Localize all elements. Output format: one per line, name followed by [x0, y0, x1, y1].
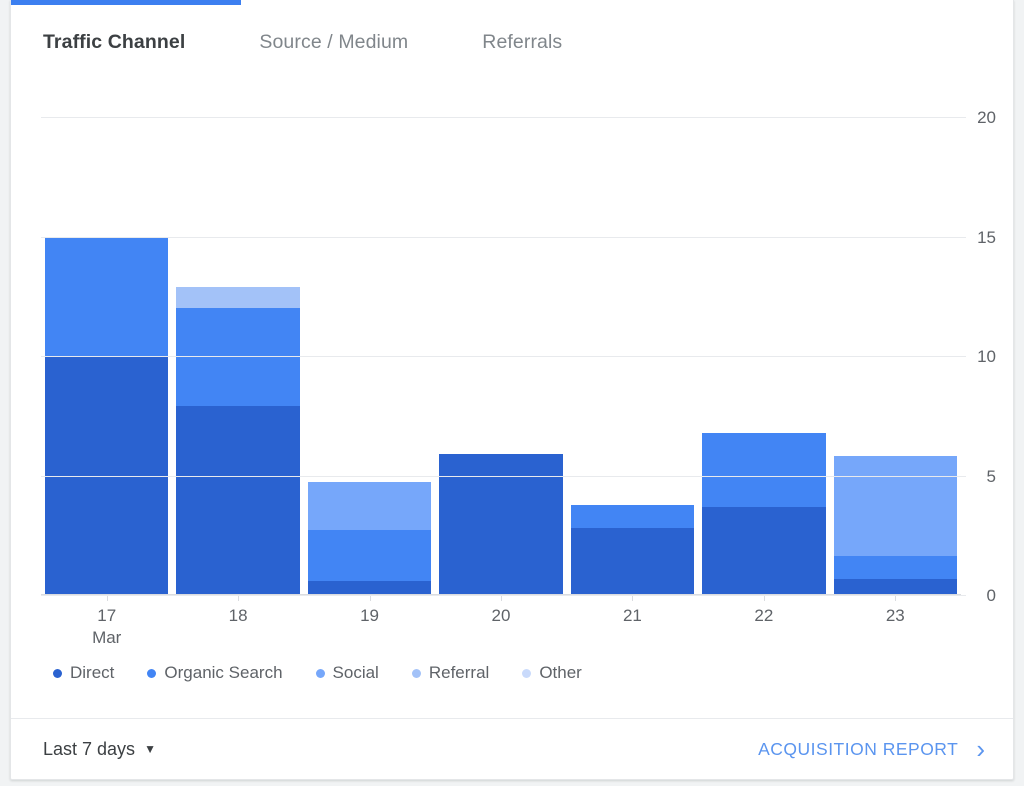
- date-range-picker[interactable]: Last 7 days ▼: [43, 739, 156, 760]
- gridline: [41, 236, 961, 238]
- x-axis-day-label: 23: [885, 606, 905, 625]
- chart-bar-segment[interactable]: [307, 580, 432, 595]
- tab-referrals[interactable]: Referrals: [480, 27, 564, 58]
- legend-item-social[interactable]: Social: [315, 663, 379, 683]
- legend-item-direct[interactable]: Direct: [53, 663, 114, 683]
- chart-bar-segment[interactable]: [702, 432, 826, 507]
- chart-bar-segment[interactable]: [176, 406, 300, 595]
- gridline: [41, 475, 961, 477]
- tab-traffic-channel[interactable]: Traffic Channel: [41, 27, 187, 58]
- y-axis-tick-label: 0: [986, 586, 996, 605]
- x-axis-tick-label: 20: [435, 605, 566, 627]
- chevron-right-icon: ›: [976, 734, 985, 764]
- chart-bar[interactable]: [176, 286, 300, 595]
- legend-swatch-icon: [53, 668, 62, 678]
- tab-source-medium-label: Source / Medium: [259, 30, 409, 53]
- legend-item-referral[interactable]: Referral: [411, 663, 490, 683]
- legend-swatch-icon: [411, 668, 421, 678]
- legend-swatch-icon: [522, 668, 532, 678]
- legend-item-label: Organic Search: [164, 663, 283, 682]
- legend-item-other[interactable]: Other: [522, 663, 582, 683]
- gridline: [41, 595, 961, 596]
- legend-item-label: Social: [332, 663, 379, 682]
- x-axis-tick-label: 19: [304, 605, 435, 627]
- acquisition-report-link[interactable]: Acquisition Report ›: [758, 736, 985, 762]
- legend-swatch-icon: [147, 668, 157, 678]
- legend-item-organic-search[interactable]: Organic Search: [147, 663, 283, 683]
- tab-source-medium[interactable]: Source / Medium: [257, 27, 410, 58]
- chart-bar-segment[interactable]: [176, 308, 300, 407]
- chart-bar-segment[interactable]: [570, 528, 695, 595]
- tab-referrals-label: Referrals: [482, 30, 563, 53]
- active-tab-indicator: [11, 0, 241, 5]
- chart-bar[interactable]: [702, 432, 826, 595]
- x-axis-tick-label: 22: [698, 605, 829, 627]
- chart-bar[interactable]: [570, 505, 695, 595]
- tab-bar: Traffic Channel Source / Medium Referral…: [41, 16, 564, 68]
- chart-legend: Direct Organic Search Social Referral Other: [53, 663, 615, 683]
- chart-bar-segment[interactable]: [307, 481, 432, 531]
- x-axis-month-label: Mar: [92, 628, 122, 647]
- gridline: [41, 356, 961, 357]
- traffic-channel-card: Traffic Channel Source / Medium Referral…: [10, 0, 1014, 780]
- chart-bar[interactable]: [45, 236, 169, 595]
- y-axis-tick-label: 20: [977, 108, 996, 127]
- card-footer: Last 7 days ▼ Acquisition Report ›: [11, 719, 1013, 779]
- chart-plot-area: [41, 117, 961, 601]
- chart-bar-segment[interactable]: [833, 555, 957, 580]
- gridline: [41, 117, 961, 118]
- x-axis-day-label: 22: [754, 606, 774, 625]
- x-axis-tick-label: 23: [830, 605, 961, 627]
- chart-bar-segment[interactable]: [570, 505, 695, 529]
- acquisition-report-label: Acquisition Report: [758, 738, 959, 759]
- x-axis-tick-label: 17 Mar: [41, 605, 172, 649]
- screenshot-root: Traffic Channel Source / Medium Referral…: [0, 0, 1024, 786]
- traffic-channel-chart: 17 Mar 18 19 20 21 22 23 0 5 10 15 20: [11, 80, 1015, 670]
- chart-bar-segment[interactable]: [45, 236, 169, 356]
- legend-item-label: Direct: [70, 663, 115, 682]
- y-axis-tick-label: 10: [977, 347, 996, 366]
- y-axis-tick-label: 5: [986, 466, 996, 486]
- tab-traffic-channel-label: Traffic Channel: [43, 30, 186, 53]
- date-range-label: Last 7 days: [43, 738, 136, 759]
- chart-bar-segment[interactable]: [307, 530, 432, 581]
- x-axis-day-label: 20: [491, 606, 511, 625]
- x-axis-day-label: 21: [622, 606, 642, 625]
- chart-bar[interactable]: [307, 481, 432, 595]
- legend-swatch-icon: [315, 668, 325, 678]
- x-axis-day-label: 17: [97, 606, 117, 625]
- legend-item-label: Referral: [428, 663, 490, 682]
- legend-item-label: Other: [539, 663, 582, 682]
- x-axis-tick-label: 18: [172, 605, 303, 627]
- chart-bar-segment[interactable]: [176, 286, 300, 309]
- chart-bar-segment[interactable]: [702, 506, 826, 595]
- chevron-down-icon: ▼: [144, 742, 156, 756]
- x-axis-day-label: 18: [228, 606, 248, 625]
- y-axis-tick-label: 15: [977, 227, 996, 247]
- x-axis-day-label: 19: [360, 606, 380, 625]
- x-axis-tick-label: 21: [567, 605, 698, 627]
